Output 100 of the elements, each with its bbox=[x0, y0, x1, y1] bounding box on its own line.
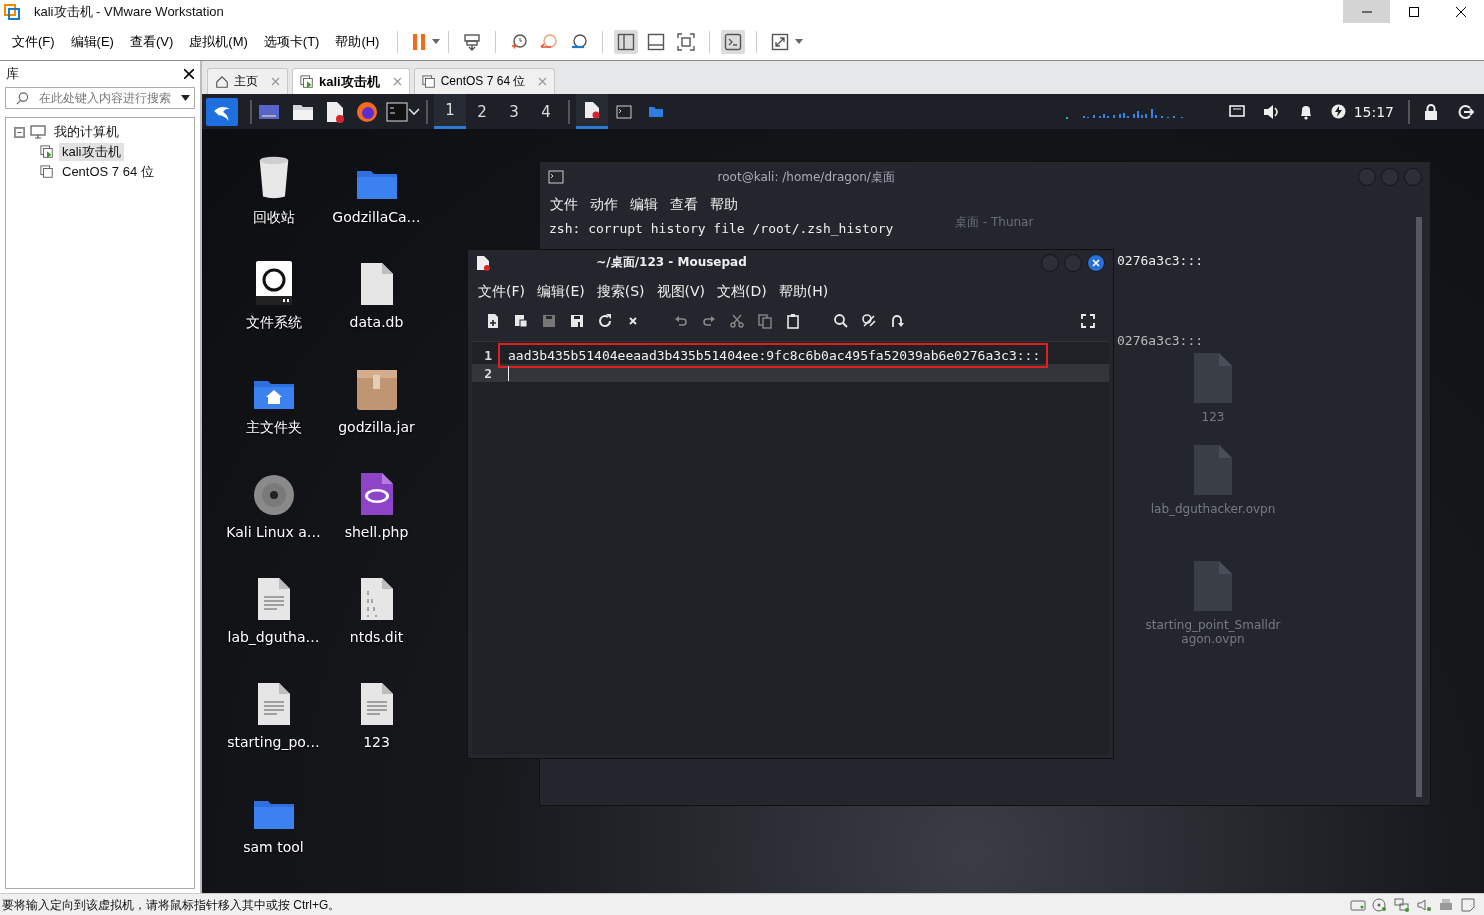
text-cursor bbox=[508, 365, 509, 381]
text-editor-icon[interactable] bbox=[326, 100, 344, 123]
desktop-icon-label[interactable]: data.db bbox=[349, 314, 404, 330]
network-icon[interactable] bbox=[1394, 898, 1410, 912]
menu-item[interactable]: 帮助(H) bbox=[329, 29, 386, 54]
menu-item[interactable]: 视图(V) bbox=[652, 281, 710, 303]
ghost-file-label: starting_point_Smalldragon.ovpn bbox=[1144, 618, 1282, 646]
workspace-button[interactable]: 2 bbox=[466, 94, 498, 129]
desktop-icon-label[interactable]: 文件系统 bbox=[245, 314, 302, 332]
desktop-icon-label[interactable]: 123 bbox=[363, 734, 390, 750]
power-bolt-icon[interactable] bbox=[1330, 104, 1346, 119]
terminal-icon[interactable] bbox=[386, 101, 408, 122]
desktop-icon-label[interactable]: sam tool bbox=[243, 839, 304, 855]
menu-item[interactable]: 文件(F) bbox=[6, 29, 61, 54]
home-icon[interactable] bbox=[215, 74, 229, 89]
tab[interactable]: kali攻击机 bbox=[292, 68, 410, 94]
disc-icon[interactable] bbox=[252, 474, 295, 516]
expand-arrows-icon bbox=[771, 32, 790, 51]
status-message: 要将输入定向到该虚拟机，请将鼠标指针移入其中或按 Ctrl+G。 bbox=[2, 896, 342, 914]
faded-file-icon bbox=[1193, 560, 1233, 612]
terminal-icon bbox=[548, 170, 564, 184]
desktop-icon-label[interactable]: 主文件夹 bbox=[245, 419, 302, 437]
new-file-icon bbox=[485, 313, 501, 329]
collapse-toggle-icon[interactable] bbox=[14, 126, 25, 138]
desktop-icon-label[interactable]: starting_po… bbox=[227, 734, 320, 750]
workspace-button[interactable]: 3 bbox=[498, 94, 530, 129]
menu-item[interactable]: 帮助(H) bbox=[774, 281, 833, 303]
undo-icon bbox=[673, 313, 689, 329]
library-view-button[interactable] bbox=[614, 29, 639, 54]
menu-item[interactable]: 查看(V) bbox=[123, 29, 180, 54]
volume-icon[interactable] bbox=[1262, 103, 1281, 120]
package-icon[interactable] bbox=[355, 369, 398, 411]
tree-item[interactable]: CentOS 7 64 位 bbox=[59, 163, 157, 181]
menu-item[interactable]: 文件 bbox=[546, 194, 582, 216]
menu-item[interactable]: 编辑(E) bbox=[533, 281, 589, 303]
faded-file-icon bbox=[1193, 352, 1233, 404]
menu-item[interactable]: 文档(D) bbox=[713, 281, 771, 303]
workspace-button[interactable]: 1 bbox=[434, 94, 466, 129]
workspace-button[interactable]: 4 bbox=[530, 94, 562, 129]
desktop-icon-label[interactable]: 回收站 bbox=[252, 209, 295, 227]
desktop-icon-label[interactable]: ntds.dit bbox=[349, 629, 404, 645]
close-button[interactable] bbox=[1087, 253, 1105, 272]
menu-item[interactable]: 搜索(S) bbox=[592, 281, 649, 303]
vm-icon[interactable] bbox=[40, 165, 54, 179]
kali-menu-button[interactable] bbox=[206, 97, 238, 126]
desktop-icon[interactable] bbox=[258, 102, 280, 121]
menu-item[interactable]: 虚拟机(M) bbox=[183, 29, 254, 54]
cd-drive-icon[interactable] bbox=[1372, 898, 1388, 912]
desktop-icon-label[interactable]: godzilla.jar bbox=[338, 419, 415, 435]
desktop-icon-label[interactable]: lab_dgutha… bbox=[227, 629, 320, 645]
tree-item[interactable]: 我的计算机 bbox=[51, 123, 122, 141]
bell-icon[interactable] bbox=[1298, 103, 1313, 120]
menu-item[interactable]: 编辑(E) bbox=[64, 29, 120, 54]
text-file-icon[interactable] bbox=[256, 577, 291, 621]
tree-item[interactable]: kali攻击机 bbox=[59, 143, 124, 161]
menu-item[interactable]: 查看 bbox=[666, 194, 702, 216]
tab[interactable]: CentOS 7 64 位 bbox=[413, 68, 556, 94]
console-view-button[interactable] bbox=[721, 29, 746, 54]
menu-item[interactable]: 动作 bbox=[586, 194, 622, 216]
text-file-icon[interactable] bbox=[256, 682, 291, 726]
desktop-icon-label[interactable]: Kali Linux a… bbox=[226, 524, 321, 540]
vm-running-icon[interactable] bbox=[40, 145, 54, 159]
line-number: 2 bbox=[483, 365, 493, 381]
save-icon bbox=[541, 313, 557, 329]
console-icon bbox=[724, 32, 743, 51]
close-icon[interactable] bbox=[392, 77, 402, 86]
drive-icon[interactable] bbox=[254, 260, 293, 306]
vm-running-icon[interactable] bbox=[300, 74, 314, 89]
file-manager-icon[interactable] bbox=[292, 102, 314, 121]
taskbar-window-button[interactable] bbox=[576, 94, 608, 129]
close-library-button[interactable] bbox=[184, 66, 194, 82]
search-field[interactable]: 在此处键入内容进行搜索 bbox=[5, 87, 195, 109]
message-icon[interactable] bbox=[1460, 898, 1476, 912]
menu-item[interactable]: 选项卡(T) bbox=[257, 29, 326, 54]
binary-file-icon[interactable] bbox=[359, 577, 394, 621]
scissors-icon bbox=[729, 313, 745, 329]
clock[interactable]: 15:17 bbox=[1345, 103, 1402, 120]
menu-item[interactable]: 帮助 bbox=[706, 194, 742, 216]
scrollbar[interactable] bbox=[1416, 217, 1422, 797]
logout-icon[interactable] bbox=[1458, 103, 1474, 120]
browser-icon[interactable] bbox=[356, 100, 378, 123]
chevron-down-icon[interactable] bbox=[408, 107, 420, 116]
text-file-icon[interactable] bbox=[359, 682, 394, 726]
menu-item[interactable]: 文件(F) bbox=[474, 281, 529, 303]
terminal-line: zsh: corrupt history file /root/.zsh_history bbox=[548, 220, 895, 238]
dropdown-caret-icon[interactable] bbox=[181, 95, 190, 101]
keyboard-icon bbox=[463, 32, 482, 51]
ghost-file-label: 123 bbox=[1201, 410, 1225, 424]
file-icon[interactable] bbox=[359, 262, 394, 306]
speaker-icon[interactable] bbox=[1416, 898, 1432, 912]
lock-icon[interactable] bbox=[1424, 103, 1438, 120]
copy-icon bbox=[757, 313, 773, 329]
php-file-icon[interactable] bbox=[359, 472, 394, 516]
tab[interactable]: 主页 bbox=[207, 68, 288, 94]
monitor-icon[interactable] bbox=[1228, 104, 1245, 119]
desktop-icon-label[interactable]: shell.php bbox=[344, 524, 409, 540]
fullscreen-icon bbox=[1080, 313, 1096, 329]
desktop-icon-label[interactable]: GodzillaCa… bbox=[332, 209, 421, 225]
vm-icon[interactable] bbox=[421, 74, 436, 89]
menu-item[interactable]: 编辑 bbox=[626, 194, 662, 216]
